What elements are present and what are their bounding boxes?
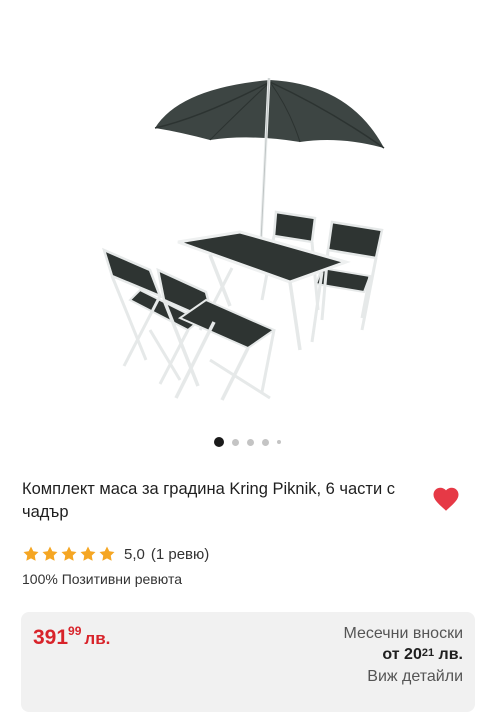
positive-reviews-text: 100% Позитивни ревюта: [22, 571, 182, 587]
favorite-heart-icon[interactable]: [431, 484, 461, 514]
star-icon: [23, 546, 39, 561]
price-card: 39199 лв. Месечни вноски от 2021 лв. Виж …: [21, 612, 475, 712]
carousel-dot-4[interactable]: [262, 438, 269, 446]
star-icon: [61, 546, 77, 561]
star-icon: [80, 546, 96, 561]
price: 39199 лв.: [33, 624, 111, 650]
carousel-dot-5[interactable]: [277, 440, 281, 444]
monthly-installments: Месечни вноски от 2021 лв. Виж детайли: [344, 623, 464, 688]
garden-furniture-photo: [102, 77, 385, 401]
review-count-link[interactable]: (1 ревю): [151, 546, 209, 563]
installment-details-link[interactable]: Виж детайли: [344, 666, 463, 688]
carousel-dot-3[interactable]: [247, 438, 254, 446]
price-whole: 391: [33, 626, 69, 649]
installments-label: Месечни вноски: [343, 625, 464, 642]
rating-row[interactable]: 5,0 (1 ревю): [22, 545, 209, 563]
carousel-dot-1[interactable]: [214, 437, 224, 447]
installment-whole: 20: [404, 646, 422, 663]
rating-stars: [22, 545, 116, 563]
price-currency: лв.: [84, 629, 111, 648]
carousel-pagination[interactable]: [0, 437, 495, 447]
installment-cents: 21: [421, 647, 435, 659]
installment-currency: лв.: [438, 646, 463, 663]
product-title: Комплект маса за градина Kring Piknik, 6…: [22, 480, 396, 521]
installment-prefix: от: [382, 646, 400, 663]
price-cents: 99: [68, 624, 82, 638]
product-image[interactable]: [0, 0, 495, 430]
installment-amount: от 2021 лв.: [344, 644, 463, 666]
star-icon: [42, 546, 58, 561]
rating-value: 5,0: [124, 545, 145, 563]
carousel-dot-2[interactable]: [232, 438, 239, 446]
star-icon: [99, 546, 115, 561]
